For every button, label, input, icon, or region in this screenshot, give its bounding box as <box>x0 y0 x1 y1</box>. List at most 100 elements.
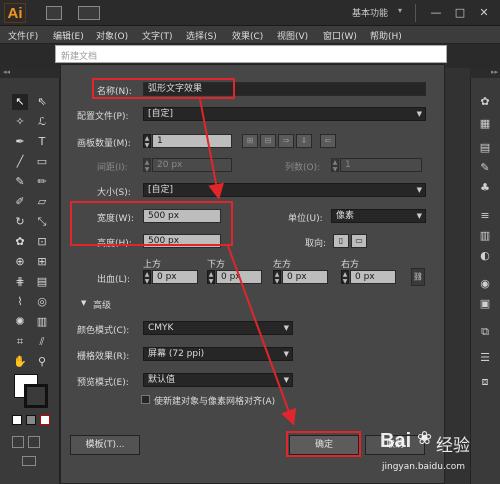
advanced-label[interactable]: 高级 <box>93 298 111 311</box>
templates-button[interactable]: 模板(T)... <box>70 435 140 455</box>
advanced-toggle-icon[interactable]: ▼ <box>81 299 86 307</box>
paintbrush-tool-icon[interactable]: ✎ <box>12 174 28 190</box>
links-panel-icon[interactable]: ⧈ <box>477 374 493 390</box>
menu-object[interactable]: 对象(O) <box>96 29 128 42</box>
brushes-panel-icon[interactable]: ✎ <box>477 160 493 176</box>
close-button[interactable]: ✕ <box>476 5 492 21</box>
bleed-right-input[interactable]: 0 px <box>350 270 396 284</box>
scale-tool-icon[interactable]: ⤡ <box>34 214 50 230</box>
maximize-button[interactable]: □ <box>452 5 468 21</box>
change-to-rtl-icon[interactable]: ⇐ <box>320 134 336 148</box>
draw-behind-icon[interactable] <box>28 436 40 448</box>
bridge-icon[interactable] <box>46 6 62 20</box>
grid-by-column-icon[interactable]: ⊟ <box>260 134 276 148</box>
bleed-top-input[interactable]: 0 px <box>152 270 198 284</box>
link-bleed-icon[interactable]: ⛓ <box>411 268 425 286</box>
right-panel-header[interactable]: ▸▸ <box>470 68 500 78</box>
color-guide-icon[interactable]: ▦ <box>477 116 493 132</box>
columns-stepper[interactable]: ▲ ▼ <box>331 158 339 173</box>
type-tool-icon[interactable]: T <box>34 134 50 150</box>
rotate-tool-icon[interactable]: ↻ <box>12 214 28 230</box>
workspace-chevron-icon[interactable]: ▾ <box>398 6 402 15</box>
hand-tool-icon[interactable]: ✋ <box>12 354 28 370</box>
magic-wand-tool-icon[interactable]: ✧ <box>12 114 28 130</box>
profile-select[interactable]: [自定] ▼ <box>143 107 426 121</box>
perspective-grid-tool-icon[interactable]: ⊞ <box>34 254 50 270</box>
rectangle-tool-icon[interactable]: ▭ <box>34 154 50 170</box>
bleed-top-stepper[interactable]: ▲ ▼ <box>143 270 151 285</box>
blob-brush-tool-icon[interactable]: ✐ <box>12 194 28 210</box>
stroke-panel-icon[interactable]: ≡ <box>477 208 493 224</box>
lasso-tool-icon[interactable]: ℒ <box>34 114 50 130</box>
bleed-bottom-stepper[interactable]: ▲ ▼ <box>207 270 215 285</box>
artboards-panel-icon[interactable]: ⧉ <box>477 324 493 340</box>
menu-file[interactable]: 文件(F) <box>8 29 38 42</box>
gradient-panel-icon[interactable]: ▥ <box>477 228 493 244</box>
arrange-by-column-icon[interactable]: ⇓ <box>296 134 312 148</box>
artboards-input[interactable]: 1 <box>152 134 232 148</box>
bleed-left-stepper[interactable]: ▲ ▼ <box>273 270 281 285</box>
menu-help[interactable]: 帮助(H) <box>370 29 402 42</box>
bleed-left-input[interactable]: 0 px <box>282 270 328 284</box>
layers-panel-icon[interactable]: ☰ <box>477 350 493 366</box>
units-select[interactable]: 像素 ▼ <box>331 209 426 223</box>
column-graph-tool-icon[interactable]: ▥ <box>34 314 50 330</box>
selection-tool-icon[interactable]: ↖ <box>12 94 28 110</box>
gradient-mode-button[interactable] <box>26 415 36 425</box>
symbols-panel-icon[interactable]: ♣ <box>477 180 493 196</box>
transparency-panel-icon[interactable]: ◐ <box>477 248 493 264</box>
gradient-tool-icon[interactable]: ▤ <box>34 274 50 290</box>
portrait-orientation-icon[interactable]: ▯ <box>333 234 349 248</box>
preview-mode-select[interactable]: 默认值 ▼ <box>143 373 293 387</box>
align-pixel-grid-checkbox[interactable] <box>141 395 150 404</box>
screen-mode-icon[interactable] <box>22 456 36 466</box>
spacing-stepper[interactable]: ▲ ▼ <box>143 158 151 173</box>
graphic-styles-panel-icon[interactable]: ▣ <box>477 296 493 312</box>
spacing-input[interactable]: 20 px <box>152 158 232 172</box>
color-mode-button[interactable] <box>12 415 22 425</box>
minimize-button[interactable]: — <box>428 5 444 21</box>
menu-window[interactable]: 窗口(W) <box>323 29 357 42</box>
free-transform-tool-icon[interactable]: ⊡ <box>34 234 50 250</box>
eyedropper-tool-icon[interactable]: ⌇ <box>12 294 28 310</box>
spacing-label: 间距(I): <box>97 163 128 173</box>
eraser-tool-icon[interactable]: ▱ <box>34 194 50 210</box>
artboards-stepper[interactable]: ▲ ▼ <box>143 134 151 149</box>
grid-by-row-icon[interactable]: ⊞ <box>242 134 258 148</box>
pencil-tool-icon[interactable]: ✏ <box>34 174 50 190</box>
arrange-documents-icon[interactable] <box>78 6 100 20</box>
blend-tool-icon[interactable]: ◎ <box>34 294 50 310</box>
bleed-bottom-input[interactable]: 0 px <box>216 270 262 284</box>
menu-edit[interactable]: 编辑(E) <box>53 29 84 42</box>
raster-effects-select[interactable]: 屏幕 (72 ppi) ▼ <box>143 347 293 361</box>
none-mode-button[interactable] <box>40 415 50 425</box>
draw-normal-icon[interactable] <box>12 436 24 448</box>
symbol-sprayer-tool-icon[interactable]: ✺ <box>12 314 28 330</box>
align-pixel-grid-label[interactable]: 使新建对象与像素网格对齐(A) <box>154 394 275 407</box>
mesh-tool-icon[interactable]: ⋕ <box>12 274 28 290</box>
tools-panel-header[interactable]: ◂◂ <box>0 68 60 78</box>
bleed-right-stepper[interactable]: ▲ ▼ <box>341 270 349 285</box>
arrange-by-row-icon[interactable]: ⇒ <box>278 134 294 148</box>
menu-effect[interactable]: 效果(C) <box>232 29 263 42</box>
menu-view[interactable]: 视图(V) <box>277 29 308 42</box>
line-tool-icon[interactable]: ╱ <box>12 154 28 170</box>
shape-builder-tool-icon[interactable]: ⊕ <box>12 254 28 270</box>
color-panel-icon[interactable]: ✿ <box>477 94 493 110</box>
slice-tool-icon[interactable]: ⫽ <box>34 334 50 350</box>
direct-selection-tool-icon[interactable]: ⇖ <box>34 94 50 110</box>
artboard-tool-icon[interactable]: ⌗ <box>12 334 28 350</box>
warp-tool-icon[interactable]: ✿ <box>12 234 28 250</box>
size-select[interactable]: [自定] ▼ <box>143 183 426 197</box>
workspace-switcher[interactable]: 基本功能 <box>352 6 388 19</box>
pen-tool-icon[interactable]: ✒ <box>12 134 28 150</box>
color-mode-select[interactable]: CMYK ▼ <box>143 321 293 335</box>
columns-input[interactable]: 1 <box>340 158 422 172</box>
menu-select[interactable]: 选择(S) <box>186 29 217 42</box>
zoom-tool-icon[interactable]: ⚲ <box>34 354 50 370</box>
menu-type[interactable]: 文字(T) <box>142 29 173 42</box>
appearance-panel-icon[interactable]: ◉ <box>477 276 493 292</box>
swatches-panel-icon[interactable]: ▤ <box>477 140 493 156</box>
landscape-orientation-icon[interactable]: ▭ <box>351 234 367 248</box>
stroke-swatch[interactable] <box>24 384 48 408</box>
